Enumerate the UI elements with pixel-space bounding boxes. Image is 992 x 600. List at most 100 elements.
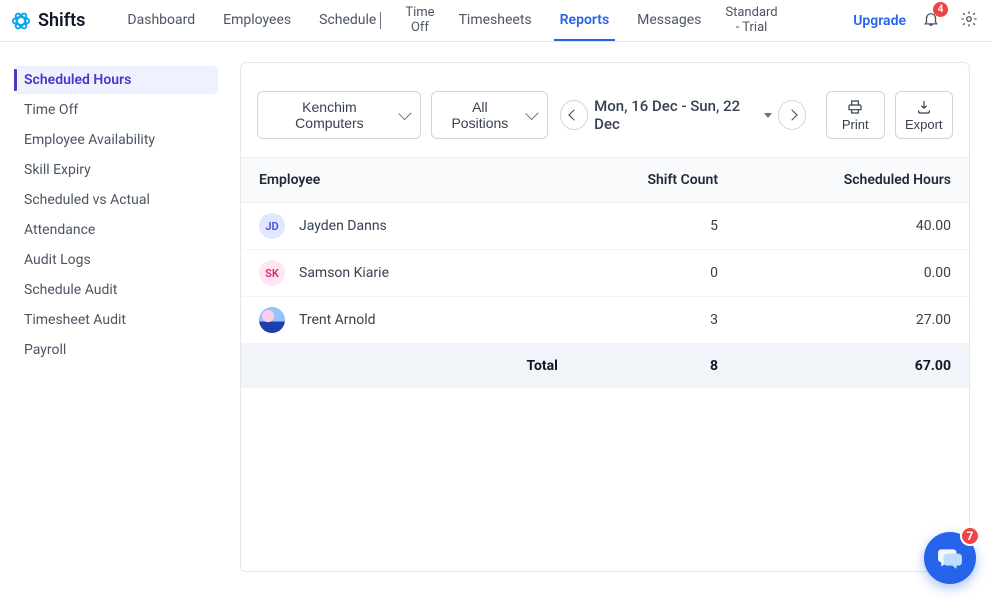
chevron-down-icon [398, 107, 412, 121]
gear-icon [960, 10, 978, 28]
avatar: JD [259, 213, 285, 239]
total-shift-count: 8 [576, 344, 736, 389]
col-shift-count[interactable]: Shift Count [576, 158, 736, 203]
chat-unread-badge: 7 [960, 526, 980, 546]
nav-timesheets[interactable]: Timesheets [445, 0, 546, 41]
date-range-label: Mon, 16 Dec - Sun, 22 Dec [594, 97, 758, 133]
nav-items: Dashboard Employees Schedule Time Off Ti… [113, 0, 787, 41]
nav-plan[interactable]: Standard - Trial [715, 0, 787, 41]
sidebar-item-timesheet-audit[interactable]: Timesheet Audit [14, 306, 218, 334]
sidebar-item-attendance[interactable]: Attendance [14, 216, 218, 244]
brand-name: Shifts [38, 10, 85, 31]
sidebar-item-label: Schedule Audit [24, 282, 117, 298]
nav-messages[interactable]: Messages [623, 0, 715, 41]
date-range-picker[interactable]: Mon, 16 Dec - Sun, 22 Dec [594, 97, 772, 133]
report-content: Kenchim Computers All Positions Mon, 16 … [232, 42, 992, 600]
notification-badge: 4 [933, 2, 948, 17]
col-employee[interactable]: Employee [241, 158, 576, 203]
sidebar-item-label: Scheduled Hours [24, 72, 131, 88]
top-nav: Shifts Dashboard Employees Schedule Time… [0, 0, 992, 42]
nav-schedule[interactable]: Schedule [305, 0, 395, 41]
export-label: Export [905, 117, 943, 132]
table-row[interactable]: JD Jayden Danns 5 40.00 [241, 203, 969, 250]
nav-label: Reports [560, 12, 610, 28]
employee-name: Trent Arnold [299, 312, 376, 328]
download-icon [915, 99, 933, 115]
chevron-down-icon [380, 12, 381, 28]
sidebar-item-label: Scheduled vs Actual [24, 192, 150, 208]
logo-icon [10, 10, 32, 32]
avatar: SK [259, 260, 285, 286]
sidebar-item-audit-logs[interactable]: Audit Logs [14, 246, 218, 274]
brand[interactable]: Shifts [10, 10, 85, 32]
cell-scheduled-hours: 40.00 [736, 203, 969, 250]
nav-label: - Trial [736, 21, 768, 36]
sidebar-item-label: Audit Logs [24, 252, 91, 268]
cell-scheduled-hours: 27.00 [736, 297, 969, 344]
table-header-row: Employee Shift Count Scheduled Hours [241, 158, 969, 203]
sidebar-item-schedule-audit[interactable]: Schedule Audit [14, 276, 218, 304]
sidebar-item-label: Payroll [24, 342, 66, 358]
sidebar-item-scheduled-hours[interactable]: Scheduled Hours [14, 66, 218, 94]
nav-label: Timesheets [459, 12, 532, 28]
print-button[interactable]: Print [826, 91, 885, 139]
total-label: Total [241, 344, 576, 389]
nav-dashboard[interactable]: Dashboard [113, 0, 209, 41]
table-row[interactable]: SK Samson Kiarie 0 0.00 [241, 250, 969, 297]
table-row[interactable]: Trent Arnold 3 27.00 [241, 297, 969, 344]
nav-label: Messages [637, 12, 701, 28]
nav-label: Employees [223, 12, 291, 28]
sidebar-item-label: Time Off [24, 102, 78, 118]
sidebar-item-scheduled-vs-actual[interactable]: Scheduled vs Actual [14, 186, 218, 214]
nav-employees[interactable]: Employees [209, 0, 305, 41]
org-filter-dropdown[interactable]: Kenchim Computers [257, 91, 421, 139]
nav-label: Off [411, 21, 429, 36]
sidebar-item-label: Employee Availability [24, 132, 155, 148]
sidebar-item-label: Attendance [24, 222, 95, 238]
position-filter-dropdown[interactable]: All Positions [431, 91, 548, 139]
next-period-button[interactable] [778, 100, 806, 130]
cell-shift-count: 0 [576, 250, 736, 297]
chevron-right-icon [786, 109, 797, 120]
sidebar-item-label: Timesheet Audit [24, 312, 126, 328]
sidebar-item-payroll[interactable]: Payroll [14, 336, 218, 364]
chat-button[interactable]: 7 [924, 532, 976, 584]
nav-label: Dashboard [127, 12, 195, 28]
report-toolbar: Kenchim Computers All Positions Mon, 16 … [241, 63, 969, 157]
nav-reports[interactable]: Reports [546, 0, 624, 41]
cell-scheduled-hours: 0.00 [736, 250, 969, 297]
export-button[interactable]: Export [895, 91, 954, 139]
table-total-row: Total 8 67.00 [241, 344, 969, 389]
print-icon [846, 99, 864, 115]
nav-right: Upgrade 4 [853, 6, 988, 36]
col-scheduled-hours[interactable]: Scheduled Hours [736, 158, 969, 203]
nav-label: Schedule [319, 12, 376, 28]
sidebar-item-employee-availability[interactable]: Employee Availability [14, 126, 218, 154]
cell-shift-count: 5 [576, 203, 736, 250]
employee-name: Samson Kiarie [299, 265, 389, 281]
nav-label: Standard [725, 6, 777, 21]
caret-down-icon [764, 113, 772, 118]
sidebar-item-skill-expiry[interactable]: Skill Expiry [14, 156, 218, 184]
chevron-left-icon [568, 109, 579, 120]
nav-time-off[interactable]: Time Off [395, 0, 444, 41]
position-filter-label: All Positions [444, 99, 515, 131]
sidebar-item-label: Skill Expiry [24, 162, 91, 178]
cell-shift-count: 3 [576, 297, 736, 344]
nav-label: Time [405, 6, 434, 21]
reports-sidebar: Scheduled Hours Time Off Employee Availa… [0, 42, 232, 600]
chat-icon [937, 545, 963, 571]
notifications-button[interactable]: 4 [918, 6, 944, 36]
avatar [259, 307, 285, 333]
total-scheduled-hours: 67.00 [736, 344, 969, 389]
settings-button[interactable] [956, 6, 982, 36]
upgrade-link[interactable]: Upgrade [853, 13, 906, 29]
scheduled-hours-table: Employee Shift Count Scheduled Hours JD … [241, 157, 969, 388]
org-filter-label: Kenchim Computers [270, 99, 389, 131]
sidebar-item-time-off[interactable]: Time Off [14, 96, 218, 124]
report-panel: Kenchim Computers All Positions Mon, 16 … [240, 62, 970, 572]
prev-period-button[interactable] [560, 100, 588, 130]
employee-name: Jayden Danns [299, 218, 387, 234]
chevron-down-icon [525, 107, 539, 121]
print-label: Print [842, 117, 869, 132]
